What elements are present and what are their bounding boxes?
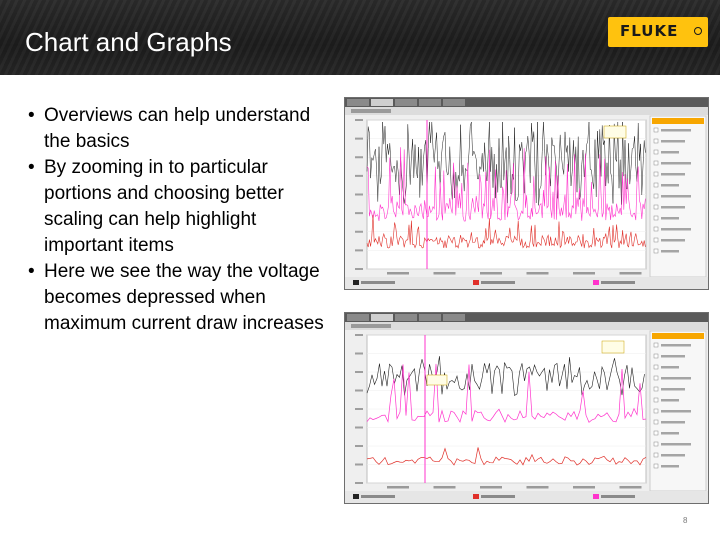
app-tab (371, 99, 393, 106)
app-tab (395, 314, 417, 321)
bullet-item: By zooming in to particular portions and… (28, 155, 328, 259)
legend-strip (345, 277, 708, 289)
app-toolbar (345, 322, 708, 330)
zoomed-chart-screenshot (344, 312, 709, 504)
overview-chart-screenshot (344, 97, 709, 290)
bullet-item: Here we see the way the voltage becomes … (28, 259, 328, 337)
legend-strip (345, 491, 708, 503)
panel-header (652, 333, 704, 339)
tooltip-box (601, 340, 625, 354)
tooltip-box (603, 125, 627, 139)
page-number: 8 (683, 516, 688, 525)
app-tab (443, 99, 465, 106)
slide-header: Chart and Graphs FLUKE (0, 0, 720, 75)
app-tab (347, 314, 369, 321)
app-tab (395, 99, 417, 106)
app-tab (371, 314, 393, 321)
bullet-list: Overviews can help understand the basics… (28, 103, 328, 337)
app-tab (443, 314, 465, 321)
registered-mark-icon (694, 27, 702, 35)
app-toolbar (345, 107, 708, 115)
app-tab (419, 99, 441, 106)
logo-text: FLUKE (620, 22, 679, 40)
bullet-item: Overviews can help understand the basics (28, 103, 328, 155)
app-tab (347, 99, 369, 106)
panel-header (652, 118, 704, 124)
tooltip-box (426, 374, 448, 386)
app-tab (419, 314, 441, 321)
slide-title: Chart and Graphs (25, 27, 232, 57)
fluke-logo: FLUKE (608, 17, 708, 47)
